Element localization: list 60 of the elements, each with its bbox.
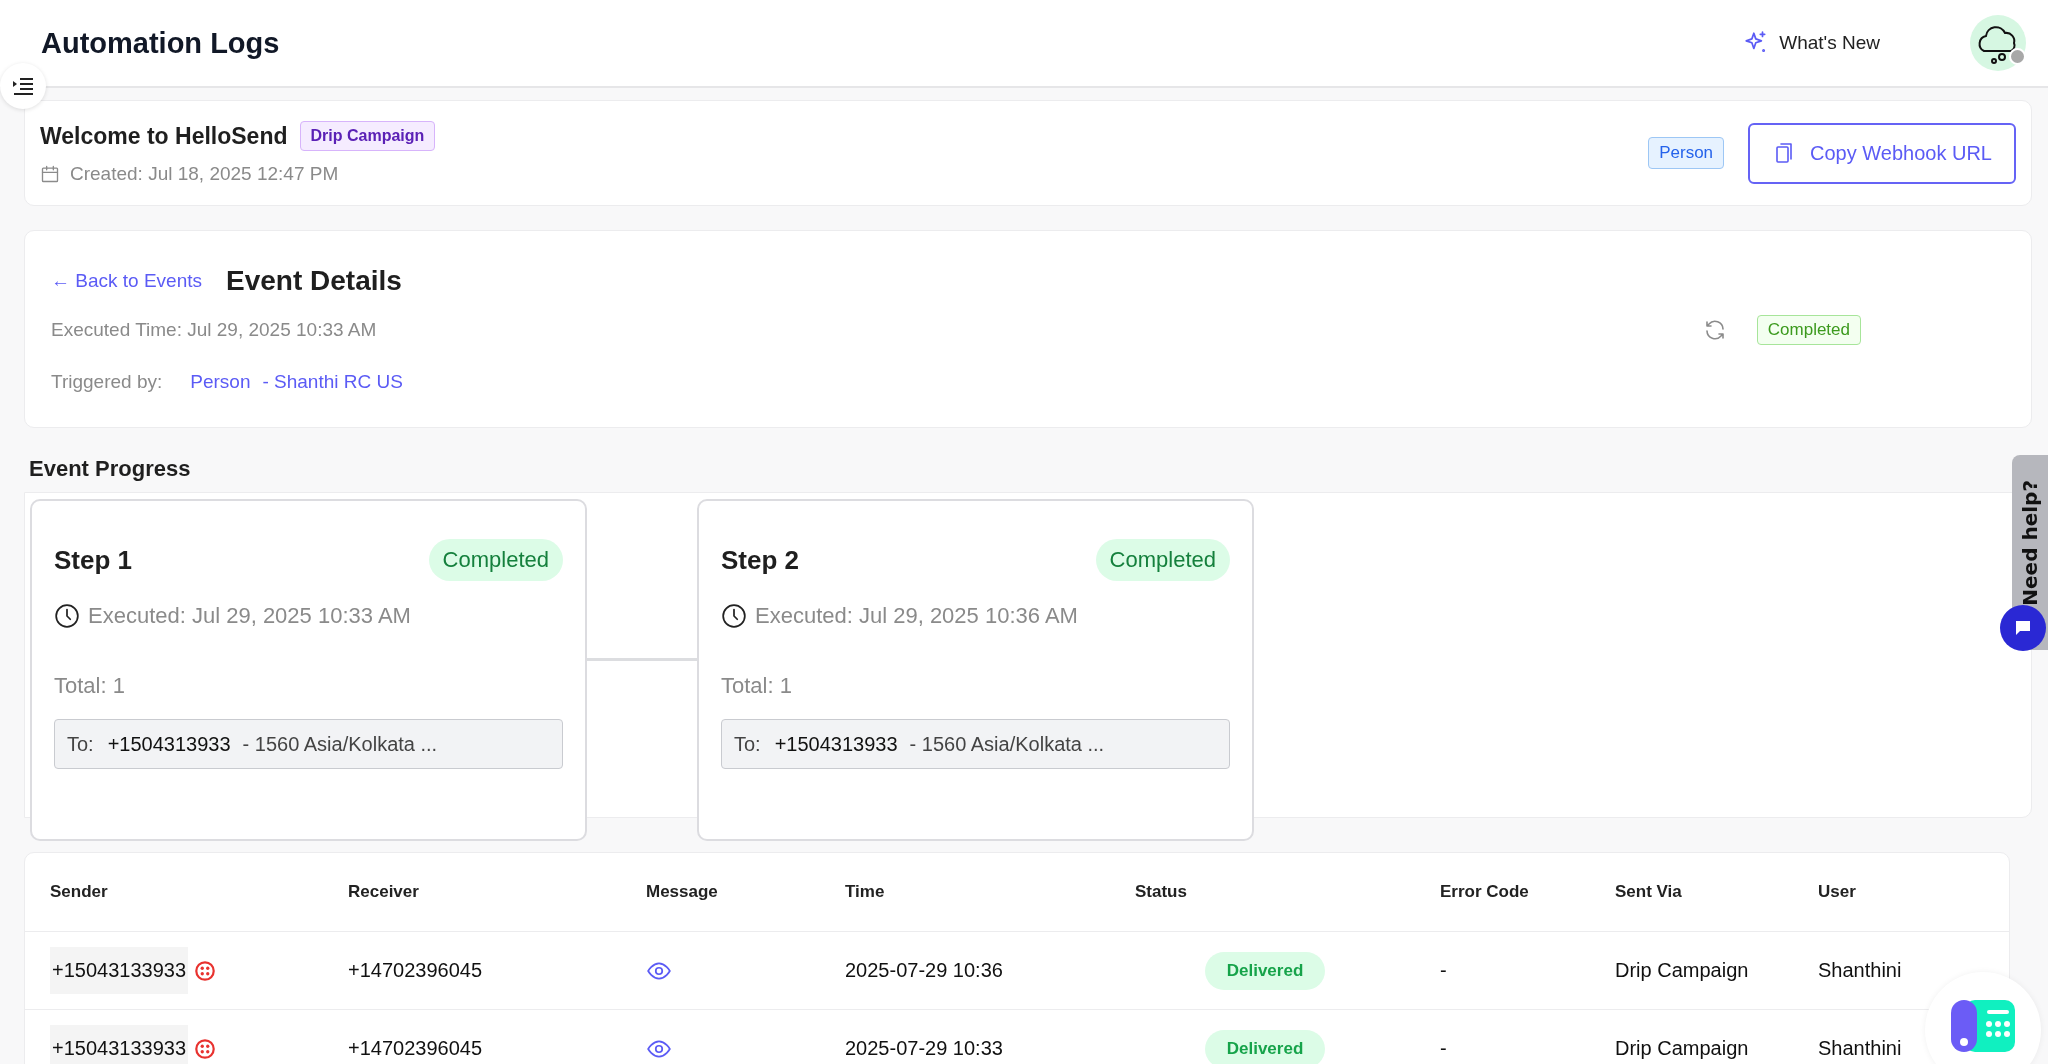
executed-time: Executed: Jul 29, 2025 10:36 AM bbox=[755, 603, 1078, 629]
table-cell-text: Shanthini bbox=[1818, 959, 1903, 982]
provider-icon bbox=[194, 1037, 217, 1060]
recipient-label: To: bbox=[67, 732, 94, 756]
chat-bubble-icon bbox=[2013, 618, 2033, 638]
automation-name: Welcome to HelloSend bbox=[40, 122, 288, 150]
table-cell-text: +14702396045 bbox=[348, 959, 484, 982]
column-header: Sent Via bbox=[1615, 882, 1683, 902]
column-header: Status bbox=[1135, 882, 1188, 902]
recipient-detail: - 1560 Asia/Kolkata ... bbox=[909, 732, 1105, 756]
clock-icon bbox=[721, 603, 747, 629]
table-cell-text: 2025-07-29 10:36 bbox=[845, 959, 1004, 982]
column-header: Time bbox=[845, 882, 886, 902]
executed-time: Executed Time: Jul 29, 2025 10:33 AM bbox=[51, 319, 377, 341]
recipient-number: +1504313933 bbox=[107, 732, 231, 756]
whats-new-button[interactable]: What's New bbox=[1743, 30, 1880, 56]
created-date: Created: Jul 18, 2025 12:47 PM bbox=[70, 163, 339, 185]
table-cell-text: Drip Campaign bbox=[1615, 959, 1750, 982]
table-cell-text: 2025-07-29 10:33 bbox=[845, 1037, 1004, 1060]
contact-link[interactable]: - Shanthi RC US bbox=[262, 371, 403, 393]
step-title: Step 2 bbox=[721, 544, 800, 576]
column-header: Error Code bbox=[1439, 882, 1530, 902]
sender-number: +15043133933 bbox=[50, 947, 189, 994]
status-pill: Completed bbox=[428, 539, 563, 581]
provider-icon bbox=[194, 959, 217, 982]
step-title: Step 1 bbox=[54, 544, 133, 576]
dialer-icon bbox=[1951, 1000, 2015, 1052]
column-header: Message bbox=[646, 882, 719, 902]
section-title: Event Details bbox=[226, 265, 402, 297]
column-header: Receiver bbox=[348, 882, 420, 902]
total-count: Total: 1 bbox=[54, 673, 126, 699]
table-cell-text: - bbox=[1439, 959, 1448, 982]
table-cell-text: Shanthini bbox=[1818, 1037, 1903, 1060]
recipient-number: +1504313933 bbox=[774, 732, 898, 756]
table-cell-text: - bbox=[1439, 1037, 1448, 1060]
recipient-label: To: bbox=[734, 732, 761, 756]
status-pill: Delivered bbox=[1204, 951, 1326, 990]
executed-time: Executed: Jul 29, 2025 10:33 AM bbox=[88, 603, 411, 629]
avatar-icon[interactable] bbox=[1970, 15, 2026, 71]
copy-webhook-button[interactable]: Copy Webhook URL bbox=[1748, 122, 2016, 184]
list-indent-icon bbox=[12, 77, 34, 95]
table-cell-text: +14702396045 bbox=[348, 1037, 484, 1060]
status-tag: Completed bbox=[1756, 315, 1861, 345]
table-cell-text: Drip Campaign bbox=[1615, 1037, 1750, 1060]
column-header: User bbox=[1818, 882, 1857, 902]
sender-number: +15043133933 bbox=[50, 1025, 189, 1064]
page-title: Automation Logs bbox=[41, 26, 281, 60]
trigger-type-tag: Person bbox=[1648, 137, 1725, 169]
triggered-label: Triggered by: bbox=[51, 371, 163, 393]
clock-icon bbox=[54, 603, 80, 629]
status-pill: Delivered bbox=[1204, 1029, 1326, 1064]
calendar-icon bbox=[40, 164, 60, 184]
back-link[interactable]: ← Back to Events bbox=[51, 270, 202, 292]
recipient-detail: - 1560 Asia/Kolkata ... bbox=[242, 732, 438, 756]
status-pill: Completed bbox=[1095, 539, 1230, 581]
trigger-type-link[interactable]: Person bbox=[190, 371, 251, 393]
section-title: Event Progress bbox=[29, 456, 192, 482]
column-header: Sender bbox=[50, 882, 109, 902]
campaign-type-tag: Drip Campaign bbox=[299, 121, 436, 151]
total-count: Total: 1 bbox=[721, 673, 793, 699]
